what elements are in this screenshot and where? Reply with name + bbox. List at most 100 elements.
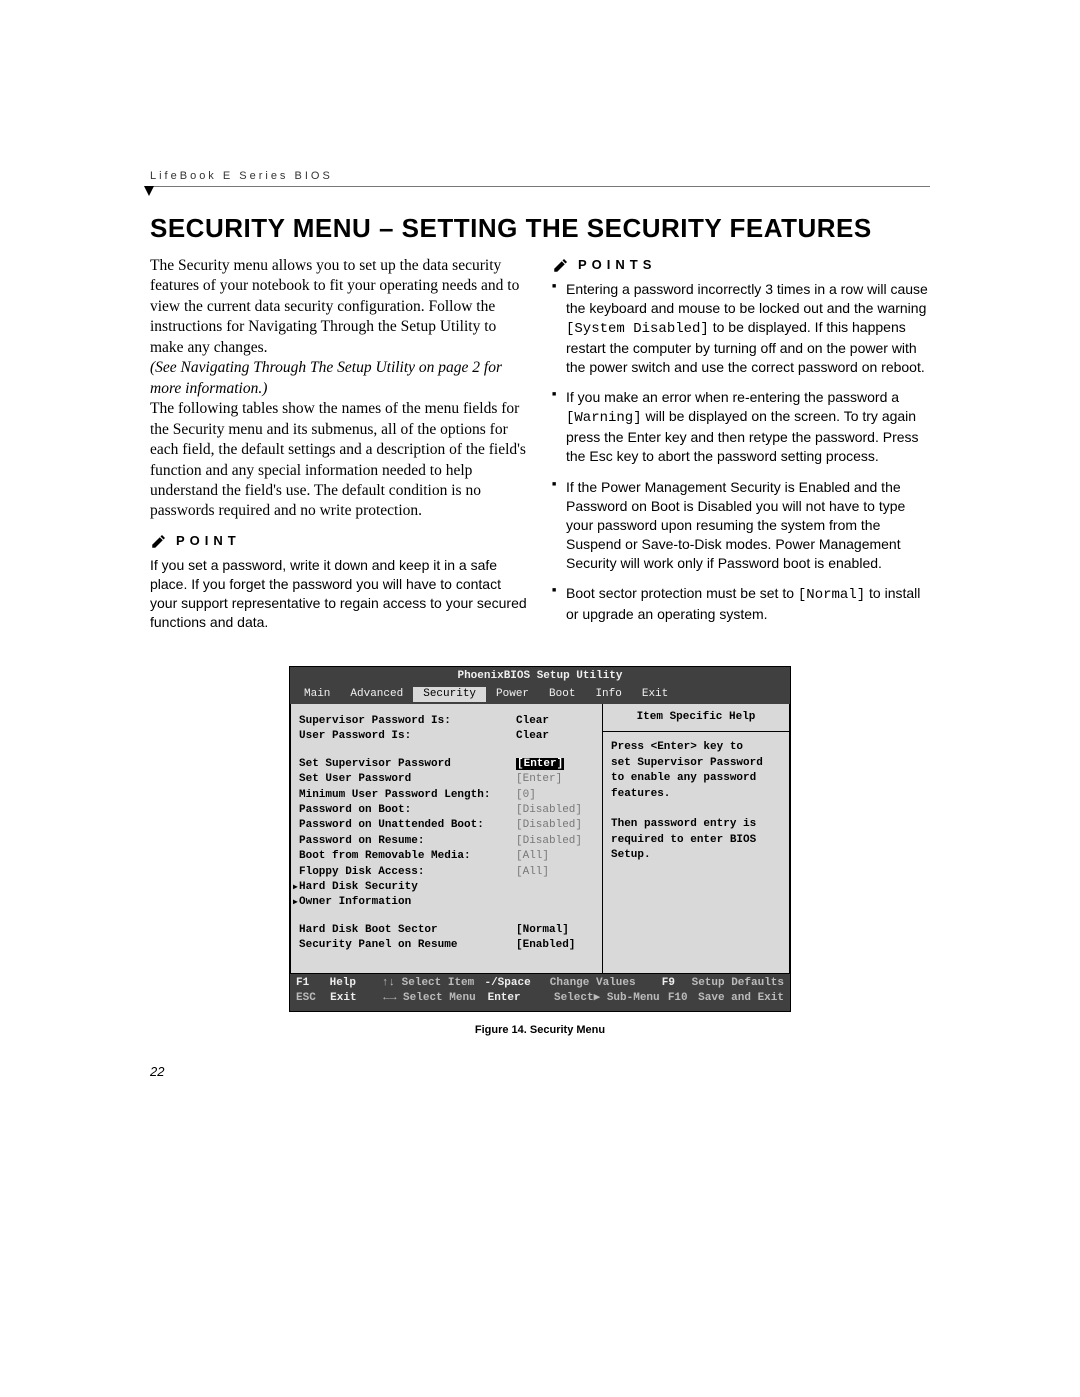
points-list-item: If you make an error when re-entering th…: [552, 388, 930, 466]
bios-field-label: Password on Resume:: [299, 834, 516, 849]
footer-key: F10: [668, 991, 698, 1006]
bios-field-row[interactable]: Hard Disk Boot Sector[Normal]: [299, 923, 594, 938]
bios-field-label: Minimum User Password Length:: [299, 788, 516, 803]
see-reference: (See Navigating Through The Setup Utilit…: [150, 358, 528, 399]
bios-field-label: Set Supervisor Password: [299, 757, 516, 772]
bios-help-line: required to enter BIOS: [611, 833, 781, 848]
running-header: LifeBook E Series BIOS: [150, 170, 930, 187]
bios-field-row[interactable]: Set Supervisor Password[Enter]: [299, 757, 594, 772]
bios-field-row[interactable]: Set User Password[Enter]: [299, 772, 594, 787]
bios-field-value: [Disabled]: [516, 803, 594, 818]
bios-field-value: [All]: [516, 849, 594, 864]
bios-field-row[interactable]: Supervisor Password Is:Clear: [299, 714, 594, 729]
bios-field-label: Security Panel on Resume: [299, 938, 516, 953]
left-column: The Security menu allows you to set up t…: [150, 256, 528, 636]
bios-field-value: [516, 895, 594, 910]
bios-field-value: [516, 880, 594, 895]
bios-help-title: Item Specific Help: [603, 710, 789, 732]
point-callout: POINT If you set a password, write it do…: [150, 532, 528, 632]
bios-field-row[interactable]: Owner Information: [299, 895, 594, 910]
bios-help-line: features.: [611, 787, 781, 802]
bios-field-row[interactable]: Minimum User Password Length:[0]: [299, 788, 594, 803]
bios-help-line: to enable any password: [611, 771, 781, 786]
points-list: Entering a password incorrectly 3 times …: [552, 280, 930, 624]
bios-field-label: Set User Password: [299, 772, 516, 787]
right-column: POINTS Entering a password incorrectly 3…: [552, 256, 930, 636]
bios-field-row[interactable]: User Password Is:Clear: [299, 729, 594, 744]
running-header-text: LifeBook E Series BIOS: [150, 170, 333, 182]
inline-code: [Warning]: [566, 410, 642, 426]
footer-key: Enter: [488, 991, 554, 1006]
header-notch-icon: [144, 186, 154, 196]
bios-row-gap: [299, 745, 594, 757]
point-body: If you set a password, write it down and…: [150, 556, 528, 632]
footer-hint: ↑↓ Select Item: [382, 976, 485, 991]
bios-help-line: set Supervisor Password: [611, 756, 781, 771]
bios-field-row[interactable]: Floppy Disk Access:[All]: [299, 865, 594, 880]
footer-key: -/Space: [484, 976, 549, 991]
footer-action: Setup Defaults: [692, 976, 784, 991]
bios-field-value: [Disabled]: [516, 818, 594, 833]
bios-menu-item-boot[interactable]: Boot: [539, 687, 585, 702]
footer-key: ESC: [296, 991, 330, 1006]
footer-key: F9: [662, 976, 692, 991]
bios-field-label: Floppy Disk Access:: [299, 865, 516, 880]
bios-field-value: [Enter]: [516, 772, 594, 787]
footer-hint: ←→ Select Menu: [383, 991, 487, 1006]
footer-action: Exit: [330, 991, 383, 1006]
inline-code: [System Disabled]: [566, 321, 709, 337]
bios-help-text: Press <Enter> key toset Supervisor Passw…: [611, 740, 781, 863]
bios-field-label: Owner Information: [299, 895, 516, 910]
figure-caption: Figure 14. Security Menu: [150, 1024, 930, 1036]
inline-code: [Normal]: [798, 587, 865, 603]
bios-field-row[interactable]: Hard Disk Security: [299, 880, 594, 895]
footer-action: Help: [330, 976, 382, 991]
bios-help-line: Then password entry is: [611, 817, 781, 832]
bios-field-label: Password on Boot:: [299, 803, 516, 818]
bios-field-row[interactable]: Boot from Removable Media:[All]: [299, 849, 594, 864]
bios-field-value: Clear: [516, 729, 594, 744]
bios-field-label: Password on Unattended Boot:: [299, 818, 516, 833]
points-label: POINTS: [578, 256, 656, 273]
pencil-icon: [150, 532, 168, 550]
bios-field-row[interactable]: Security Panel on Resume[Enabled]: [299, 938, 594, 953]
bios-menu-item-security[interactable]: Security: [413, 687, 486, 702]
bios-utility-title: PhoenixBIOS Setup Utility: [290, 667, 790, 686]
bios-menu-item-main[interactable]: Main: [294, 687, 340, 702]
bios-field-value: [Normal]: [516, 923, 594, 938]
bios-help-line: [611, 802, 781, 817]
bios-menu-item-advanced[interactable]: Advanced: [340, 687, 413, 702]
bios-help-line: Setup.: [611, 848, 781, 863]
bios-field-label: Hard Disk Security: [299, 880, 516, 895]
bios-field-row[interactable]: Password on Unattended Boot:[Disabled]: [299, 818, 594, 833]
bios-field-label: Hard Disk Boot Sector: [299, 923, 516, 938]
bios-field-value: [Disabled]: [516, 834, 594, 849]
bios-row-gap: [299, 911, 594, 923]
bios-field-value: [All]: [516, 865, 594, 880]
pencil-icon: [552, 256, 570, 274]
points-list-item: Entering a password incorrectly 3 times …: [552, 280, 930, 376]
footer-hint: Select▶ Sub-Menu: [554, 991, 668, 1006]
bios-field-value: [Enter]: [516, 757, 594, 772]
bios-menu-item-exit[interactable]: Exit: [632, 687, 678, 702]
footer-hint: Change Values: [550, 976, 662, 991]
bios-field-label: User Password Is:: [299, 729, 516, 744]
bios-figure: PhoenixBIOS Setup Utility MainAdvancedSe…: [289, 666, 791, 1012]
intro-paragraph: The Security menu allows you to set up t…: [150, 256, 528, 358]
bios-field-row[interactable]: Password on Resume:[Disabled]: [299, 834, 594, 849]
bios-menu-bar: MainAdvancedSecurityPowerBootInfoExit: [290, 687, 790, 704]
bios-menu-item-power[interactable]: Power: [486, 687, 539, 702]
bios-help-line: Press <Enter> key to: [611, 740, 781, 755]
footer-action: Save and Exit: [698, 991, 784, 1006]
point-label: POINT: [176, 532, 241, 549]
footer-key: F1: [296, 976, 330, 991]
bios-field-value: [Enabled]: [516, 938, 594, 953]
bios-menu-item-info[interactable]: Info: [585, 687, 631, 702]
bios-footer: F1 Help ↑↓ Select Item -/Space Change Va…: [290, 974, 790, 1011]
bios-field-label: Boot from Removable Media:: [299, 849, 516, 864]
bios-field-row[interactable]: Password on Boot:[Disabled]: [299, 803, 594, 818]
bios-field-value: Clear: [516, 714, 594, 729]
section-title: SECURITY MENU – SETTING THE SECURITY FEA…: [150, 213, 930, 244]
body-paragraph: The following tables show the names of t…: [150, 399, 528, 522]
bios-field-panel: Supervisor Password Is:ClearUser Passwor…: [290, 704, 603, 974]
